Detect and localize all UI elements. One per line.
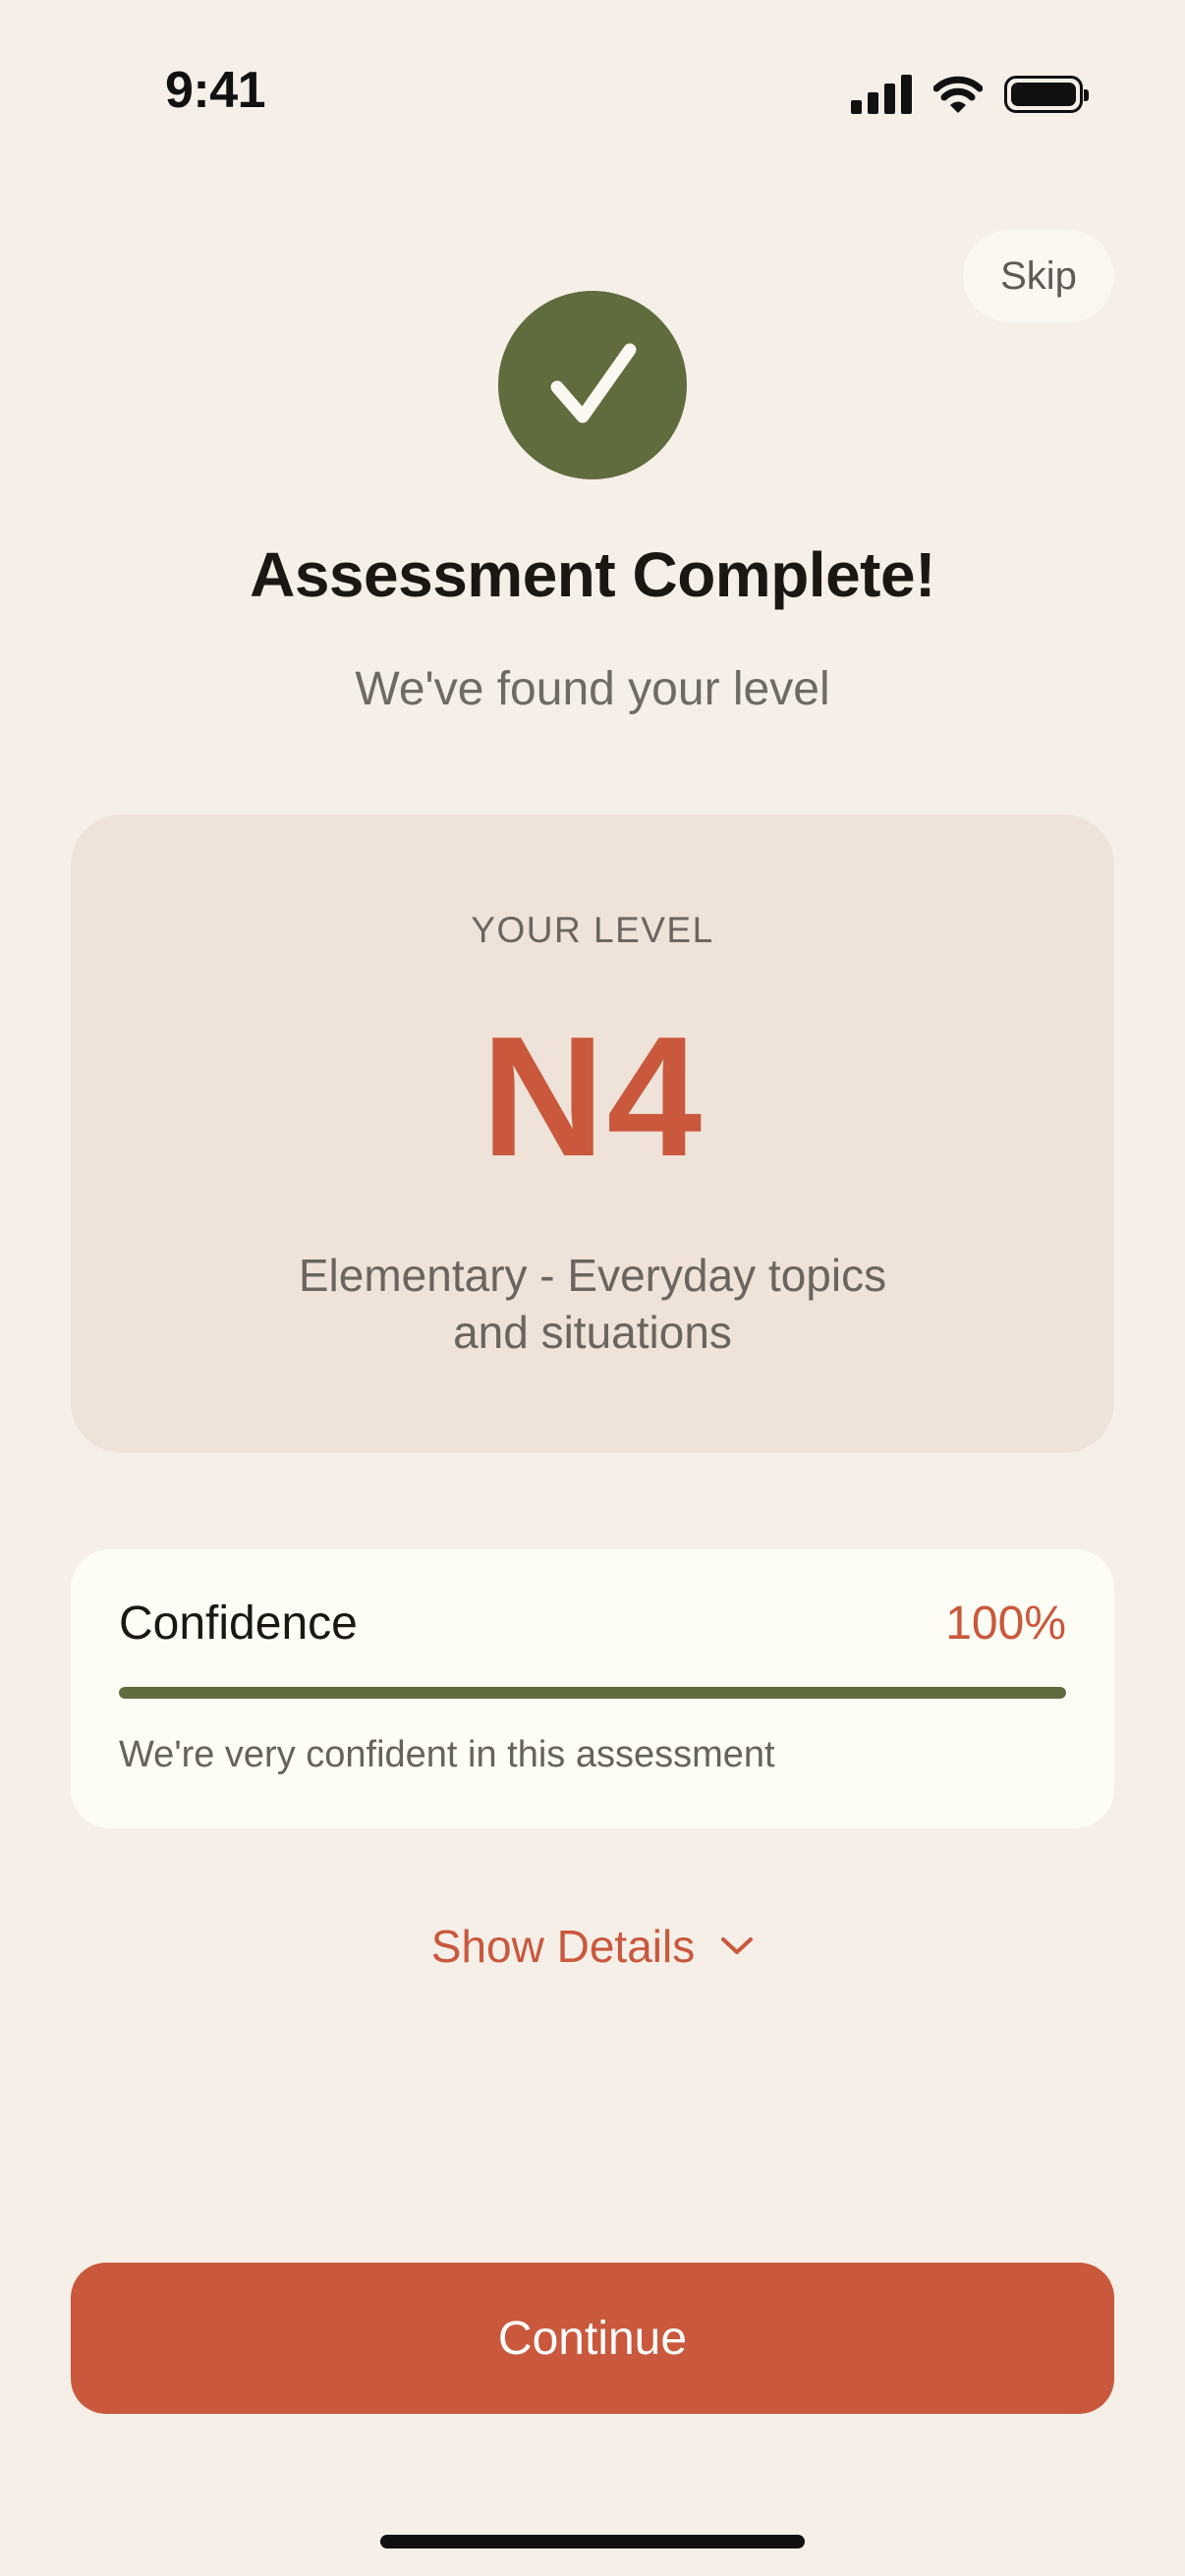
signal-icon — [851, 75, 912, 114]
success-badge — [498, 291, 687, 479]
level-description: Elementary - Everyday topics and situati… — [298, 1250, 887, 1358]
confidence-label: Confidence — [119, 1597, 358, 1650]
status-icons — [851, 73, 1089, 116]
wifi-icon — [933, 76, 983, 113]
status-time: 9:41 — [165, 62, 266, 119]
confidence-progress-fill — [119, 1687, 1066, 1699]
show-details-toggle[interactable]: Show Details — [0, 1920, 1185, 1973]
confidence-note: We're very confident in this assessment — [119, 1734, 775, 1775]
confidence-card: Confidence 100% We're very confident in … — [71, 1549, 1114, 1828]
assessment-result-screen: 9:41 Skip Assessment Complete! We've fou… — [0, 0, 1185, 2576]
skip-button[interactable]: Skip — [963, 230, 1114, 322]
battery-icon — [1004, 76, 1089, 113]
level-caption: YOUR LEVEL — [471, 910, 714, 950]
page-subtitle: We've found your level — [355, 663, 830, 715]
page-title: Assessment Complete! — [250, 539, 935, 610]
level-value: N4 — [480, 1000, 705, 1192]
show-details-label: Show Details — [430, 1921, 696, 1972]
checkmark-icon — [550, 343, 637, 423]
confidence-value: 100% — [945, 1597, 1066, 1650]
continue-button[interactable]: Continue — [71, 2263, 1114, 2414]
confidence-progress-bar — [119, 1687, 1066, 1699]
chevron-down-icon — [721, 1937, 754, 1954]
level-card: YOUR LEVEL N4 Elementary - Everyday topi… — [71, 814, 1114, 1453]
home-indicator — [380, 2535, 805, 2548]
